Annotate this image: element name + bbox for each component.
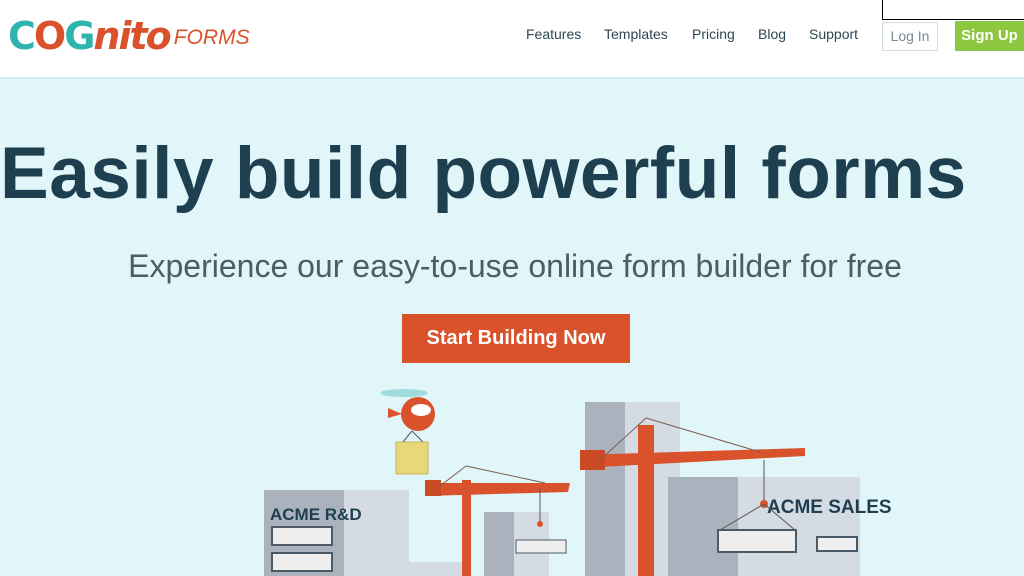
login-button[interactable]: Log In bbox=[882, 22, 938, 51]
building-label-rd: ACME R&D bbox=[270, 505, 362, 524]
helicopter-icon bbox=[380, 389, 435, 475]
logo-nito: nito bbox=[93, 14, 171, 58]
start-building-button[interactable]: Start Building Now bbox=[402, 314, 630, 363]
overlay-box bbox=[882, 0, 1024, 20]
nav-pricing[interactable]: Pricing bbox=[692, 26, 735, 42]
nav-blog[interactable]: Blog bbox=[758, 26, 786, 42]
tall-tower bbox=[585, 402, 680, 576]
building-acme-rd: ACME R&D bbox=[264, 490, 409, 576]
nav-support[interactable]: Support bbox=[809, 26, 858, 42]
cognito-forms-logo[interactable]: COG nito FORMS bbox=[8, 14, 250, 58]
nav-features[interactable]: Features bbox=[526, 26, 581, 42]
header: COG nito FORMS Features Templates Pricin… bbox=[0, 0, 1024, 79]
logo-forms: FORMS bbox=[173, 26, 250, 49]
construction-illustration: ACME R&D ACME SALES bbox=[264, 389, 892, 576]
hero-title: Easily build powerful forms bbox=[0, 133, 967, 214]
logo-cog: COG bbox=[8, 14, 95, 58]
nav-templates[interactable]: Templates bbox=[604, 26, 668, 42]
building-label-sales: ACME SALES bbox=[767, 497, 892, 518]
building-acme-sales: ACME SALES bbox=[668, 477, 892, 576]
hero-subtitle: Experience our easy-to-use online form b… bbox=[128, 248, 902, 284]
signup-button[interactable]: Sign Up bbox=[955, 21, 1024, 51]
